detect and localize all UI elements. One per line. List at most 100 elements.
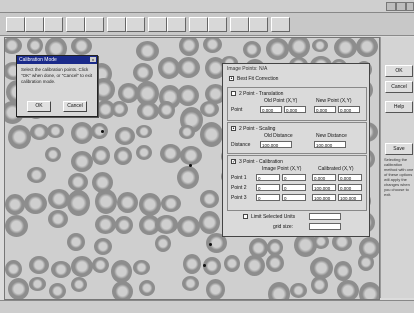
calib-image-x-input[interactable]: 0 — [256, 184, 280, 191]
blood-cell — [311, 276, 328, 294]
toolbar-button-3[interactable] — [44, 17, 63, 32]
old-distance-input[interactable]: 100.000 — [260, 141, 292, 148]
calib-image-y-input[interactable]: 0 — [282, 174, 306, 181]
toolbar-button-4[interactable] — [66, 17, 85, 32]
blood-cell — [136, 145, 152, 160]
help-button[interactable]: Help — [385, 101, 413, 113]
blood-cell — [136, 125, 152, 138]
calib-row-label: Point 3 — [231, 195, 247, 201]
calib-cal-y-input[interactable]: 100.000 — [338, 194, 362, 201]
old-distance-header: Old Distance — [264, 133, 293, 139]
blood-cell — [183, 254, 201, 274]
blood-cell — [160, 144, 181, 163]
toolbar-button-2[interactable] — [25, 17, 44, 32]
best-fit-label: Best Fit Correction — [237, 76, 279, 82]
blood-cell — [136, 41, 159, 61]
best-fit-radio[interactable]: • — [229, 76, 234, 82]
dialog-ok-button[interactable]: OK — [27, 101, 51, 112]
blood-cell — [111, 101, 128, 117]
blood-cell — [115, 127, 135, 145]
blood-cell — [334, 38, 357, 58]
calib-image-y-input[interactable]: 0 — [282, 184, 306, 191]
maximize-button[interactable] — [396, 2, 406, 11]
blood-cell — [5, 260, 22, 278]
blood-cell — [67, 190, 90, 216]
calib-image-x-input[interactable]: 0 — [256, 194, 280, 201]
blood-cell — [177, 85, 199, 106]
calibration-checkbox[interactable]: ✓ — [231, 159, 236, 165]
calib-cal-y-input[interactable]: 0.000 — [338, 174, 362, 181]
calib-cal-x-input[interactable]: 100.000 — [312, 184, 336, 191]
blood-cell — [268, 282, 290, 299]
blood-cell — [95, 215, 116, 234]
toolbar-button-12[interactable] — [230, 17, 249, 32]
save-button[interactable]: Save — [385, 143, 413, 155]
toolbar-button-13[interactable] — [249, 17, 268, 32]
scaling-radio[interactable]: • — [231, 126, 236, 132]
image-point-header: Image Point (X,Y) — [262, 166, 302, 172]
new-x-input[interactable]: 0.000 — [314, 106, 336, 113]
dialog-cancel-button[interactable]: Cancel — [63, 101, 87, 112]
blood-cell — [199, 211, 220, 234]
blood-cell — [243, 41, 261, 58]
toolbar-button-6[interactable] — [107, 17, 126, 32]
blood-cell — [137, 102, 159, 120]
blood-cell — [266, 38, 289, 60]
dialog-message: Select the calibration points. Click "OK… — [21, 67, 93, 84]
blood-cell — [5, 194, 25, 215]
blood-cell — [312, 39, 328, 52]
new-distance-input[interactable]: 100.000 — [314, 141, 346, 148]
limit-units-checkbox[interactable] — [243, 214, 248, 219]
blood-cell — [71, 277, 87, 292]
blood-cell — [356, 38, 378, 57]
old-x-input[interactable]: 0.000 — [260, 106, 282, 113]
blood-cell — [133, 260, 150, 275]
blood-cell — [8, 278, 29, 299]
point-label: Point — [231, 107, 243, 113]
blood-cell — [182, 276, 199, 291]
toolbar — [0, 13, 414, 36]
toolbar-button-14[interactable] — [271, 17, 290, 32]
blood-cell — [95, 189, 117, 214]
toolbar-button-10[interactable] — [189, 17, 208, 32]
translation-radio[interactable] — [231, 91, 236, 96]
calibration-group: ✓ 3 Point - Calibration Image Point (X,Y… — [227, 155, 367, 211]
blood-cell — [158, 101, 175, 119]
blood-cell — [139, 193, 161, 216]
marker-dot — [189, 164, 192, 167]
cancel-button[interactable]: Cancel — [385, 81, 413, 93]
blood-cell — [29, 277, 46, 291]
new-y-input[interactable]: 0.000 — [338, 106, 360, 113]
calib-cal-x-input[interactable]: 100.000 — [312, 194, 336, 201]
blood-cell — [71, 122, 93, 144]
calib-cal-y-input[interactable]: 0.000 — [338, 184, 362, 191]
blood-cell — [179, 38, 199, 56]
grid-size-input[interactable] — [309, 223, 341, 230]
dialog-title: Calibration Mode — [19, 57, 57, 63]
ok-button[interactable]: OK — [385, 65, 413, 77]
blood-cell — [155, 235, 171, 252]
toolbar-button-5[interactable] — [85, 17, 104, 32]
toolbar-button-7[interactable] — [126, 17, 145, 32]
close-button[interactable] — [406, 2, 414, 11]
blood-cell — [8, 125, 31, 149]
calib-image-x-input[interactable]: 0 — [256, 174, 280, 181]
calib-cal-x-input[interactable]: 0.000 — [312, 174, 336, 181]
minimize-button[interactable] — [386, 2, 396, 11]
toolbar-button-11[interactable] — [208, 17, 227, 32]
blood-cell — [115, 216, 133, 234]
limit-units-label: Limit Selected Units — [251, 214, 296, 220]
blood-cell — [71, 256, 93, 277]
toolbar-button-9[interactable] — [167, 17, 186, 32]
old-y-input[interactable]: 0.000 — [284, 106, 306, 113]
blood-cell — [51, 261, 71, 278]
dialog-close-button[interactable]: x — [90, 57, 96, 62]
blood-cell — [27, 38, 43, 54]
limit-units-input[interactable] — [309, 213, 341, 220]
toolbar-button-1[interactable] — [6, 17, 25, 32]
blood-cell — [48, 210, 68, 228]
calib-image-y-input[interactable]: 0 — [282, 194, 306, 201]
toolbar-button-8[interactable] — [148, 17, 167, 32]
new-point-header: New Point (X,Y) — [316, 98, 352, 104]
calibration-label: 3 Point - Calibration — [239, 159, 283, 165]
